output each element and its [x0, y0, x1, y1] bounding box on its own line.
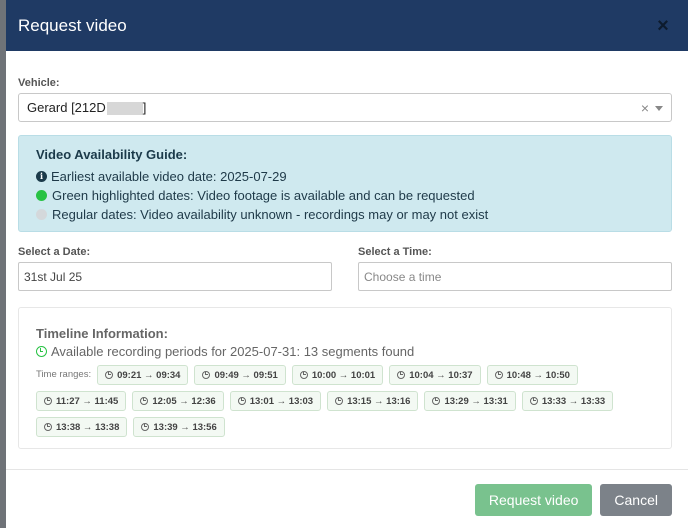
- guide-green: Green highlighted dates: Video footage i…: [36, 186, 671, 205]
- clock-icon: [432, 397, 441, 405]
- time-ranges: Time ranges: 09:21 → 09:34 09:49 → 09:51 1…: [36, 365, 666, 437]
- timeline-summary: Available recording periods for 2025-07-…: [36, 343, 671, 360]
- chevron-down-icon[interactable]: [655, 105, 663, 111]
- clock-icon: [397, 371, 406, 379]
- time-range-text: 13:15 → 13:16: [347, 395, 411, 407]
- vehicle-select[interactable]: Gerard [212D] ×: [18, 93, 672, 122]
- info-circle-icon: i: [36, 171, 47, 182]
- time-column: Select a Time: Choose a time: [358, 246, 672, 291]
- time-range-chip[interactable]: 13:29 → 13:31: [424, 391, 516, 411]
- timeline-info: Timeline Information: Available recordin…: [18, 307, 672, 449]
- availability-guide: Video Availability Guide: i Earliest ava…: [18, 135, 672, 232]
- time-range-text: 12:05 → 12:36: [152, 395, 216, 407]
- clock-icon: [44, 397, 52, 405]
- clock-icon: [202, 371, 211, 379]
- time-range-chip[interactable]: 13:39 → 13:56: [133, 417, 225, 437]
- clock-icon: [335, 397, 344, 405]
- clock-icon: [105, 371, 114, 379]
- time-range-text: 10:00 → 10:01: [311, 369, 376, 381]
- redacted-block: [106, 102, 143, 116]
- guide-regular: Regular dates: Video availability unknow…: [36, 205, 671, 224]
- guide-green-text: Green highlighted dates: Video footage i…: [52, 188, 475, 203]
- request-video-button[interactable]: Request video: [474, 484, 593, 516]
- time-range-chip[interactable]: 10:00 → 10:01: [291, 365, 384, 385]
- time-range-text: 13:33 → 13:33: [541, 395, 606, 407]
- time-input[interactable]: Choose a time: [358, 262, 672, 291]
- clock-icon: [141, 423, 150, 431]
- guide-earliest-text: Earliest available video date: 2025-07-2…: [51, 169, 287, 184]
- date-column: Select a Date: 31st Jul 25: [18, 246, 332, 291]
- time-ranges-label: Time ranges:: [36, 369, 92, 380]
- time-range-text: 10:04 → 10:37: [409, 369, 473, 381]
- time-range-chip[interactable]: 13:33 → 13:33: [521, 391, 614, 411]
- vehicle-value-suffix: ]: [142, 99, 147, 115]
- time-label: Select a Time:: [358, 246, 432, 258]
- time-range-chip[interactable]: 13:01 → 13:03: [229, 391, 322, 411]
- time-range-chip[interactable]: 11:27 → 11:45: [36, 391, 127, 411]
- clock-icon: [140, 397, 149, 405]
- time-range-text: 09:49 → 09:51: [214, 369, 278, 381]
- clock-icon: [237, 397, 246, 405]
- footer-divider: [6, 469, 688, 470]
- time-range-text: 09:21 → 09:34: [117, 369, 181, 381]
- date-label: Select a Date:: [18, 246, 91, 258]
- guide-earliest: i Earliest available video date: 2025-07…: [36, 167, 671, 186]
- select-controls: ×: [641, 100, 663, 116]
- modal-footer: Request video Cancel: [474, 484, 672, 516]
- clear-icon[interactable]: ×: [641, 100, 649, 116]
- clock-icon: [299, 371, 308, 379]
- time-range-chip[interactable]: 09:49 → 09:51: [194, 365, 286, 385]
- time-range-chip[interactable]: 10:48 → 10:50: [486, 365, 578, 385]
- time-range-chip[interactable]: 09:21 → 09:34: [97, 365, 189, 385]
- modal-header: Request video ×: [6, 0, 688, 51]
- date-input[interactable]: 31st Jul 25: [18, 262, 332, 291]
- time-range-text: 13:01 → 13:03: [249, 395, 314, 407]
- grey-dot-icon: [36, 209, 47, 220]
- guide-regular-text: Regular dates: Video availability unknow…: [52, 207, 489, 222]
- clock-icon: [44, 423, 52, 431]
- vehicle-name: Gerard [212D: [27, 99, 106, 115]
- time-range-text: 10:48 → 10:50: [506, 369, 570, 381]
- time-range-text: 13:29 → 13:31: [444, 395, 508, 407]
- guide-title: Video Availability Guide:: [36, 147, 188, 162]
- date-time-row: Select a Date: 31st Jul 25 Select a Time…: [18, 246, 673, 291]
- green-dot-icon: [36, 190, 47, 201]
- time-range-chip[interactable]: 12:05 → 12:36: [132, 391, 224, 411]
- clock-icon: [36, 346, 47, 357]
- vehicle-value: Gerard [212D]: [27, 99, 147, 116]
- timeline-summary-text: Available recording periods for 2025-07-…: [51, 344, 415, 359]
- time-range-chip[interactable]: 10:04 → 10:37: [389, 365, 481, 385]
- cancel-button[interactable]: Cancel: [600, 484, 672, 516]
- time-range-text: 11:27 → 11:45: [56, 395, 119, 407]
- time-range-chip[interactable]: 13:38 → 13:38: [36, 417, 128, 437]
- timeline-title: Timeline Information:: [36, 326, 168, 341]
- modal-body: Vehicle: Gerard [212D] × Video Availabil…: [6, 51, 688, 449]
- time-range-chip[interactable]: 13:15 → 13:16: [327, 391, 419, 411]
- close-icon[interactable]: ×: [654, 16, 672, 36]
- modal-title: Request video: [18, 15, 127, 35]
- vehicle-label: Vehicle:: [18, 77, 60, 89]
- clock-icon: [529, 397, 538, 405]
- request-video-modal: Request video × Vehicle: Gerard [212D] ×…: [6, 0, 688, 528]
- time-range-text: 13:39 → 13:56: [153, 421, 217, 433]
- time-range-text: 13:38 → 13:38: [56, 421, 120, 433]
- clock-icon: [494, 371, 503, 379]
